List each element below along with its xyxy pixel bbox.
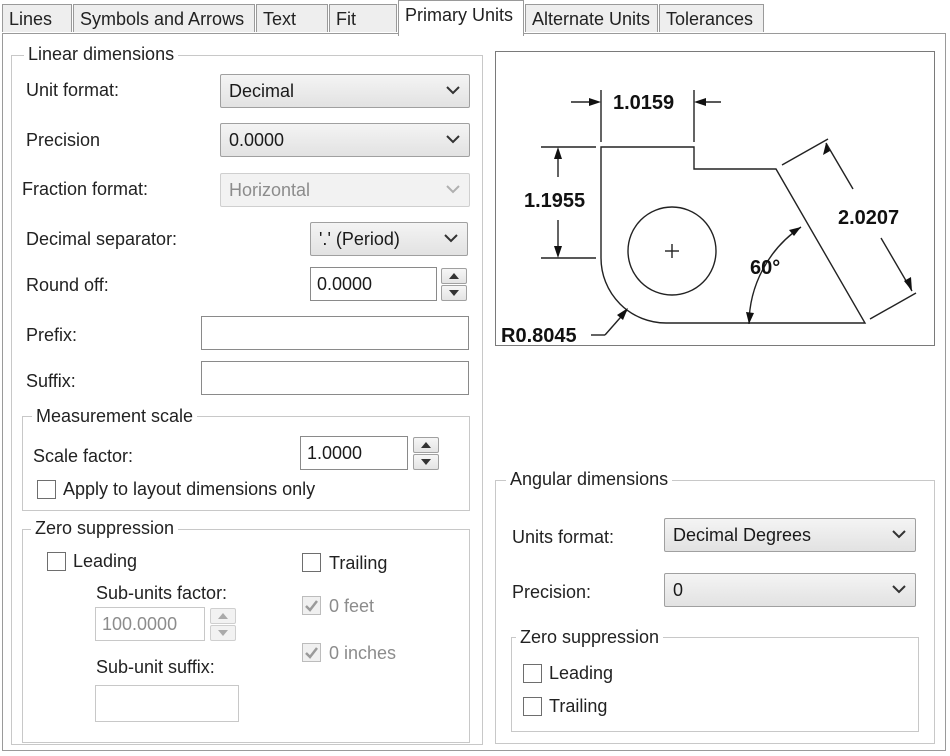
angular-leading-label: Leading <box>549 663 614 683</box>
scale-factor-input[interactable]: 1.0000 <box>300 436 408 470</box>
unit-format-value: Decimal <box>229 81 295 101</box>
spin-up-icon <box>218 613 228 619</box>
decimal-separator-value: '.' (Period) <box>319 229 400 249</box>
apply-layout-label: Apply to layout dimensions only <box>63 479 316 499</box>
chevron-down-icon <box>892 585 906 594</box>
zero-suppression-angular-legend: Zero suppression <box>516 627 664 648</box>
preview-dim-radius: R0.8045 <box>501 325 577 345</box>
spin-up-icon <box>421 442 431 448</box>
tab-primary-units[interactable]: Primary Units <box>398 0 524 36</box>
preview-dim-left: 1.1955 <box>524 190 585 212</box>
fraction-format-select: Horizontal <box>220 173 470 207</box>
scale-factor-spinner[interactable] <box>413 437 439 471</box>
tab-lines[interactable]: Lines <box>2 4 72 32</box>
preview-dim-diagonal: 2.0207 <box>838 207 899 229</box>
chevron-down-icon <box>446 185 460 194</box>
round-off-input[interactable]: 0.0000 <box>310 267 437 301</box>
preview-drawing: 1.0159 1.1955 2.0207 60° R0.8045 <box>501 90 917 347</box>
sub-unit-suffix-label: Sub-unit suffix: <box>96 657 215 677</box>
unit-format-select[interactable]: Decimal <box>220 74 470 108</box>
precision-label: Precision <box>26 130 101 150</box>
units-format-label: Units format: <box>512 527 615 547</box>
linear-dimensions-legend: Linear dimensions <box>24 44 179 65</box>
suffix-label: Suffix: <box>26 371 76 391</box>
measurement-scale-legend: Measurement scale <box>32 406 198 427</box>
spin-down-button[interactable] <box>441 285 467 301</box>
spin-up-button[interactable] <box>413 437 439 453</box>
apply-layout-checkbox[interactable] <box>37 480 56 499</box>
angular-trailing-label: Trailing <box>549 696 608 716</box>
zero-suppression-angular-group <box>511 637 919 732</box>
spin-up-button <box>210 608 236 624</box>
scale-factor-label: Scale factor: <box>33 446 134 466</box>
angular-precision-select[interactable]: 0 <box>664 573 916 607</box>
decimal-separator-label: Decimal separator: <box>26 229 178 249</box>
sub-units-factor-spinner <box>210 608 236 642</box>
fraction-format-label: Fraction format: <box>22 179 149 199</box>
sub-unit-suffix-input <box>95 685 239 722</box>
zero-inches-label: 0 inches <box>329 643 397 663</box>
preview-dim-top: 1.0159 <box>613 92 674 114</box>
prefix-label: Prefix: <box>26 325 78 345</box>
prefix-input[interactable] <box>201 316 469 350</box>
tab-fit[interactable]: Fit <box>329 4 397 32</box>
checkmark-icon <box>305 647 318 659</box>
units-format-value: Decimal Degrees <box>673 525 812 545</box>
angular-dimensions-legend: Angular dimensions <box>506 469 673 490</box>
leading-checkbox[interactable] <box>47 552 66 571</box>
tab-alternate-units[interactable]: Alternate Units <box>525 4 658 32</box>
angular-trailing-checkbox[interactable] <box>523 697 542 716</box>
decimal-separator-select[interactable]: '.' (Period) <box>310 222 468 256</box>
zero-inches-checkbox <box>302 643 321 662</box>
spin-down-icon <box>218 630 228 636</box>
chevron-down-icon <box>444 234 458 243</box>
angular-leading-checkbox[interactable] <box>523 664 542 683</box>
zero-feet-label: 0 feet <box>329 596 375 616</box>
sub-units-factor-input: 100.0000 <box>95 607 205 641</box>
spin-up-button[interactable] <box>441 268 467 284</box>
precision-value: 0.0000 <box>229 130 285 150</box>
units-format-select[interactable]: Decimal Degrees <box>664 518 916 552</box>
trailing-label: Trailing <box>329 553 388 573</box>
fraction-format-value: Horizontal <box>229 180 311 200</box>
precision-select[interactable]: 0.0000 <box>220 123 470 157</box>
spin-down-button <box>210 625 236 641</box>
tab-text[interactable]: Text <box>256 4 328 32</box>
tab-tolerances[interactable]: Tolerances <box>659 4 764 32</box>
chevron-down-icon <box>446 135 460 144</box>
dimension-preview: 1.0159 1.1955 2.0207 60° R0.8045 <box>495 51 935 347</box>
trailing-checkbox[interactable] <box>302 553 321 572</box>
chevron-down-icon <box>892 530 906 539</box>
angular-precision-value: 0 <box>673 580 684 600</box>
tab-symbols-and-arrows[interactable]: Symbols and Arrows <box>73 4 255 32</box>
unit-format-label: Unit format: <box>26 80 120 100</box>
chevron-down-icon <box>446 86 460 95</box>
angular-precision-label: Precision: <box>512 582 592 602</box>
spin-down-icon <box>421 459 431 465</box>
spin-up-icon <box>449 273 459 279</box>
suffix-input[interactable] <box>201 361 469 395</box>
spin-down-button[interactable] <box>413 454 439 470</box>
round-off-label: Round off: <box>26 275 109 295</box>
spin-down-icon <box>449 290 459 296</box>
round-off-spinner[interactable] <box>441 268 467 302</box>
sub-units-factor-label: Sub-units factor: <box>96 583 228 603</box>
checkmark-icon <box>305 600 318 612</box>
zero-suppression-linear-legend: Zero suppression <box>31 518 179 539</box>
preview-dim-angle: 60° <box>750 257 780 279</box>
leading-label: Leading <box>73 551 138 571</box>
zero-feet-checkbox <box>302 596 321 615</box>
